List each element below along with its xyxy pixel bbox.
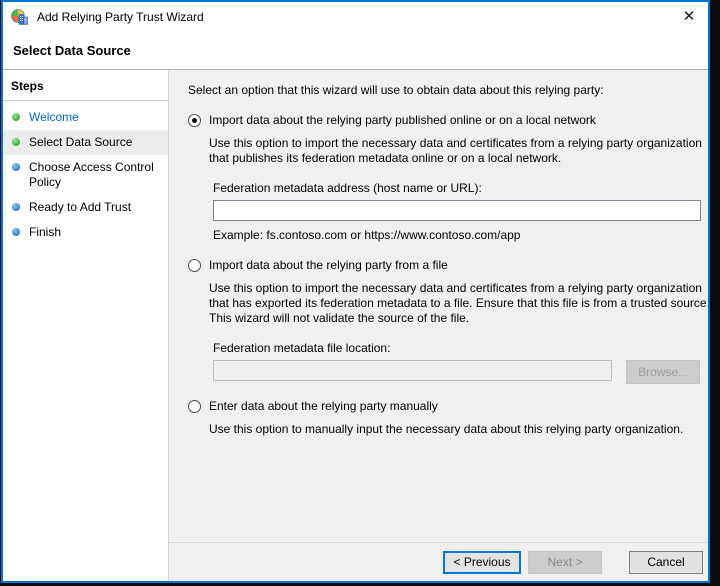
previous-button[interactable]: < Previous (443, 550, 521, 574)
step-label: Ready to Add Trust (29, 200, 132, 214)
radio-import-online[interactable]: Import data about the relying party publ… (188, 113, 700, 128)
relying-party-trust-icon (11, 8, 29, 26)
radio-enter-manually[interactable]: Enter data about the relying party manua… (188, 399, 700, 414)
sidebar-item-select-data-source[interactable]: Select Data Source (3, 130, 168, 155)
radio-unselected-icon[interactable] (188, 400, 201, 413)
next-button: Next > (528, 550, 602, 574)
example-text: Example: fs.contoso.com or https://www.c… (213, 228, 521, 242)
radio-label[interactable]: Import data about the relying party publ… (209, 113, 596, 128)
step-todo-bullet-icon (12, 228, 20, 236)
radio-label[interactable]: Enter data about the relying party manua… (209, 399, 438, 414)
radio-label[interactable]: Import data about the relying party from… (209, 258, 448, 273)
step-label: Choose Access Control Policy (29, 160, 154, 189)
metadata-file-input (213, 360, 613, 381)
sidebar-item-choose-access-control-policy[interactable]: Choose Access Control Policy (3, 155, 168, 195)
sidebar-item-ready-to-add-trust[interactable]: Ready to Add Trust (3, 195, 168, 220)
metadata-address-input[interactable] (213, 200, 701, 221)
option-description: Use this option to manually input the ne… (209, 422, 684, 436)
intro-text: Select an option that this wizard will u… (188, 83, 604, 97)
window-title: Add Relying Party Trust Wizard (37, 10, 204, 24)
sidebar-item-finish[interactable]: Finish (3, 220, 168, 245)
metadata-address-label: Federation metadata address (host name o… (213, 181, 482, 195)
sidebar-item-welcome[interactable]: Welcome (3, 105, 168, 130)
metadata-file-label: Federation metadata file location: (213, 341, 391, 355)
step-todo-bullet-icon (12, 203, 20, 211)
button-bar: < Previous Next > Cancel (169, 542, 708, 581)
step-done-bullet-icon (12, 113, 20, 121)
close-icon[interactable]: ✕ (678, 6, 700, 28)
step-label: Welcome (29, 110, 79, 124)
radio-selected-icon[interactable] (188, 114, 201, 127)
option-description: Use this option to import the necessary … (209, 136, 702, 165)
steps-heading: Steps (3, 70, 168, 101)
step-label: Select Data Source (29, 135, 133, 149)
page-title: Select Data Source (3, 32, 708, 70)
radio-unselected-icon[interactable] (188, 259, 201, 272)
title-bar[interactable]: Add Relying Party Trust Wizard ✕ (3, 2, 708, 32)
step-done-bullet-icon (12, 138, 20, 146)
radio-import-file[interactable]: Import data about the relying party from… (188, 258, 700, 273)
browse-button: Browse... (626, 360, 700, 384)
option-description: Use this option to import the necessary … (209, 281, 708, 325)
wizard-window: Add Relying Party Trust Wizard ✕ Select … (1, 0, 710, 583)
step-label: Finish (29, 225, 62, 239)
steps-sidebar: Steps Welcome Select Data Source Choose … (3, 70, 169, 581)
cancel-button[interactable]: Cancel (629, 550, 703, 574)
main-panel: Select an option that this wizard will u… (169, 70, 708, 581)
step-todo-bullet-icon (12, 163, 20, 171)
